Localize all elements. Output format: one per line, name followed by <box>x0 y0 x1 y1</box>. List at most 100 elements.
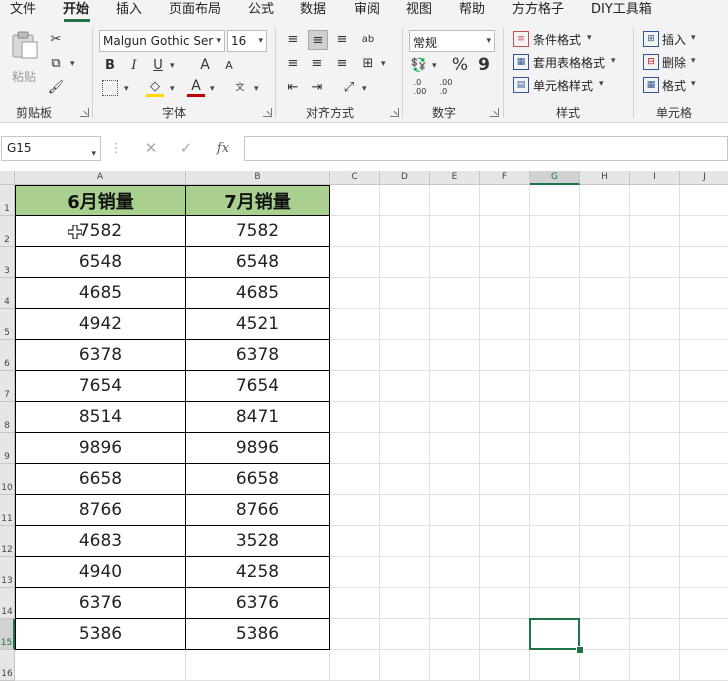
table-cell[interactable]: 6548 <box>186 247 330 278</box>
cell-d3[interactable] <box>380 247 430 278</box>
cell-i7[interactable] <box>630 371 680 402</box>
cell-d15[interactable] <box>380 619 430 650</box>
tab-data[interactable]: 数据 <box>300 1 326 21</box>
cut-icon[interactable]: ✂ <box>47 30 65 48</box>
cell-g16[interactable] <box>530 650 580 681</box>
italic-button[interactable]: I <box>126 56 142 74</box>
cell-e7[interactable] <box>430 371 480 402</box>
copy-icon[interactable]: ⧉ <box>47 54 65 72</box>
cell-c9[interactable] <box>330 433 380 464</box>
conditional-formatting-button[interactable]: ≡ 条件格式 ▾ <box>513 30 623 50</box>
cell-c15[interactable] <box>330 619 380 650</box>
format-cells-button[interactable]: ▦ 格式 ▾ <box>643 76 723 96</box>
cell-f12[interactable] <box>480 526 530 557</box>
cell-c16[interactable] <box>330 650 380 681</box>
worksheet-grid[interactable]: A B C D E F G H I J 1 2 3 4 5 6 7 8 9 10 11 12 13 14 15 16 6月销量 7月销… <box>0 171 728 681</box>
grow-font-button[interactable]: A <box>196 56 214 74</box>
wrap-text-icon[interactable]: ab <box>359 30 377 48</box>
formula-input[interactable] <box>244 136 728 161</box>
cell-styles-button[interactable]: ▤ 单元格样式 ▾ <box>513 76 623 96</box>
table-cell[interactable]: 6658 <box>15 464 186 495</box>
cell-g11[interactable] <box>530 495 580 526</box>
enter-icon[interactable]: ✓ <box>177 139 195 157</box>
cell-i13[interactable] <box>630 557 680 588</box>
cell-e12[interactable] <box>430 526 480 557</box>
cell-f7[interactable] <box>480 371 530 402</box>
column-header-c[interactable]: C <box>330 171 380 185</box>
table-cell[interactable]: 4521 <box>186 309 330 340</box>
alignment-launcher-icon[interactable] <box>390 108 399 117</box>
font-color-icon[interactable]: A <box>187 77 205 95</box>
align-center-icon[interactable]: ≡ <box>308 54 326 72</box>
cell-f4[interactable] <box>480 278 530 309</box>
cell-f2[interactable] <box>480 216 530 247</box>
table-cell[interactable]: 9896 <box>186 433 330 464</box>
cell-h5[interactable] <box>580 309 630 340</box>
cell-h7[interactable] <box>580 371 630 402</box>
cell-f6[interactable] <box>480 340 530 371</box>
phonetic-dropdown-icon[interactable]: ▾ <box>254 84 259 94</box>
table-header-cell[interactable]: 6月销量 <box>15 185 186 216</box>
cell-i16[interactable] <box>630 650 680 681</box>
cell-j10[interactable] <box>680 464 728 495</box>
cell-g13[interactable] <box>530 557 580 588</box>
cell-f8[interactable] <box>480 402 530 433</box>
cell-f15[interactable] <box>480 619 530 650</box>
cell-g12[interactable] <box>530 526 580 557</box>
font-size-select[interactable]: 16 ▾ <box>227 30 267 52</box>
decrease-decimal-icon[interactable]: .00.0 <box>436 78 456 96</box>
cell-e10[interactable] <box>430 464 480 495</box>
active-cell-selection[interactable] <box>529 618 580 650</box>
table-cell[interactable]: 7654 <box>186 371 330 402</box>
clipboard-launcher-icon[interactable] <box>80 108 89 117</box>
cell-e14[interactable] <box>430 588 480 619</box>
table-cell[interactable]: 6548 <box>15 247 186 278</box>
row-header-6[interactable]: 6 <box>0 340 15 371</box>
shrink-font-button[interactable]: A <box>221 57 237 73</box>
cell-e9[interactable] <box>430 433 480 464</box>
comma-style-button[interactable]: 9 <box>476 55 492 75</box>
cell-c4[interactable] <box>330 278 380 309</box>
cell-g1[interactable] <box>530 185 580 216</box>
cell-c6[interactable] <box>330 340 380 371</box>
merge-dropdown-icon[interactable]: ▾ <box>381 59 386 69</box>
cell-g8[interactable] <box>530 402 580 433</box>
bold-button[interactable]: B <box>102 56 118 74</box>
cell-g3[interactable] <box>530 247 580 278</box>
column-header-j[interactable]: J <box>680 171 728 185</box>
cell-d11[interactable] <box>380 495 430 526</box>
cell-d9[interactable] <box>380 433 430 464</box>
cell-d2[interactable] <box>380 216 430 247</box>
cell-i10[interactable] <box>630 464 680 495</box>
cell-h11[interactable] <box>580 495 630 526</box>
tab-page-layout[interactable]: 页面布局 <box>169 1 221 21</box>
table-cell[interactable]: 5386 <box>186 619 330 650</box>
row-header-2[interactable]: 2 <box>0 216 15 247</box>
cell-j3[interactable] <box>680 247 728 278</box>
format-as-table-button[interactable]: ▦ 套用表格格式 ▾ <box>513 53 628 73</box>
table-cell[interactable]: 8471 <box>186 402 330 433</box>
cell-j8[interactable] <box>680 402 728 433</box>
cell-j6[interactable] <box>680 340 728 371</box>
currency-icon[interactable]: 💱 <box>410 56 428 74</box>
tab-formulas[interactable]: 公式 <box>248 1 274 21</box>
column-header-d[interactable]: D <box>380 171 430 185</box>
cell-f16[interactable] <box>480 650 530 681</box>
number-launcher-icon[interactable] <box>490 108 499 117</box>
table-cell[interactable]: 5386 <box>15 619 186 650</box>
cell-j9[interactable] <box>680 433 728 464</box>
cell-j11[interactable] <box>680 495 728 526</box>
table-cell[interactable]: 8766 <box>186 495 330 526</box>
cell-g9[interactable] <box>530 433 580 464</box>
table-cell[interactable]: 6378 <box>15 340 186 371</box>
cell-e15[interactable] <box>430 619 480 650</box>
select-all-corner[interactable] <box>0 171 15 185</box>
cell-i4[interactable] <box>630 278 680 309</box>
cell-f13[interactable] <box>480 557 530 588</box>
tab-view[interactable]: 视图 <box>406 1 432 21</box>
cell-i15[interactable] <box>630 619 680 650</box>
cell-c5[interactable] <box>330 309 380 340</box>
align-bottom-icon[interactable]: ≡ <box>333 30 351 48</box>
fill-dropdown-icon[interactable]: ▾ <box>170 84 175 94</box>
column-header-h[interactable]: H <box>580 171 630 185</box>
